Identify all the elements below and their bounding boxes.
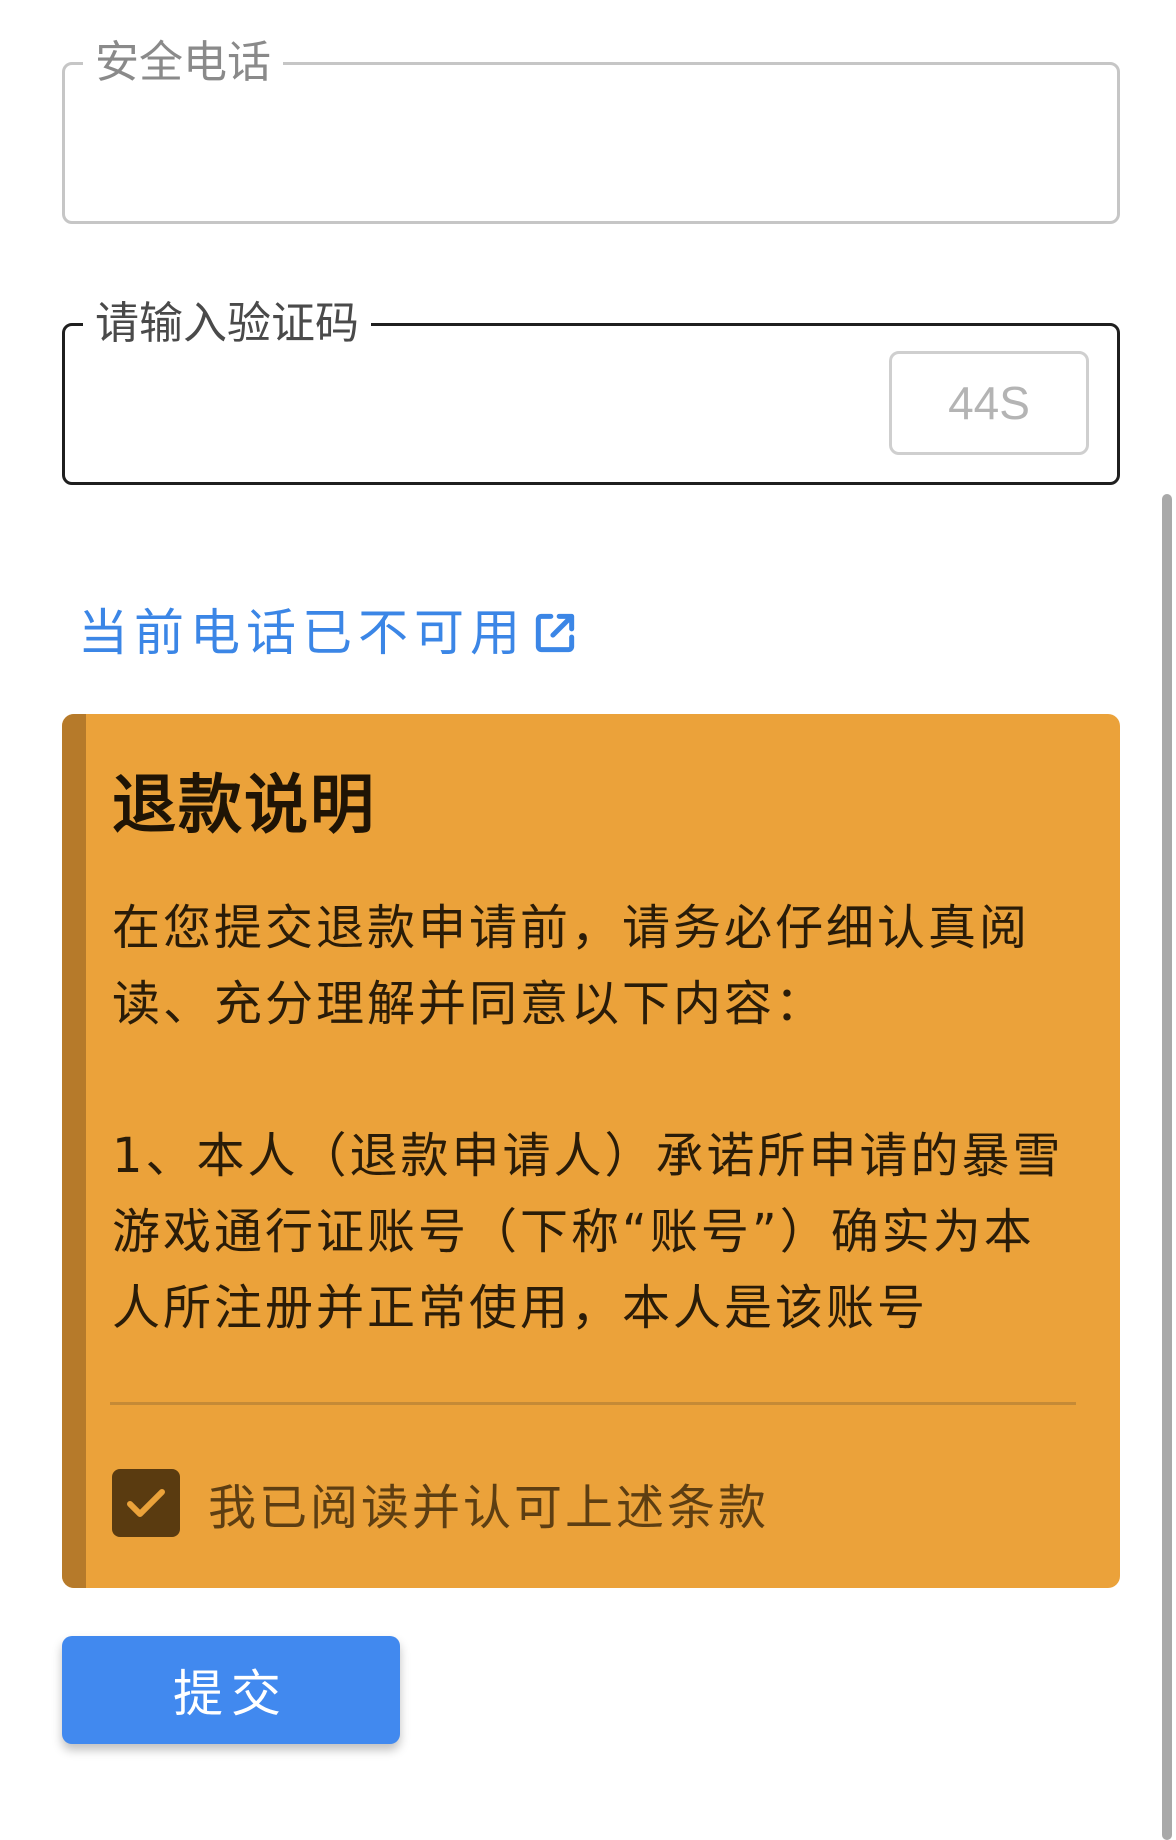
refund-notice-panel: 退款说明 在您提交退款申请前，请务必仔细认真阅读、充分理解并同意以下内容： 1、…	[62, 714, 1120, 1588]
page-scrollbar[interactable]	[1162, 494, 1172, 1840]
phone-unavailable-link-label: 当前电话已不可用	[78, 604, 526, 662]
verification-code-input[interactable]	[93, 366, 893, 442]
external-link-icon	[535, 613, 575, 653]
resend-countdown-button[interactable]: 44S	[889, 351, 1089, 455]
safe-phone-input[interactable]	[93, 105, 893, 181]
agree-terms-checkbox[interactable]: 我已阅读并认可上述条款	[112, 1468, 769, 1538]
safe-phone-label: 安全电话	[83, 35, 283, 91]
checkmark-icon	[127, 1489, 165, 1517]
refund-form-page: 安全电话 请输入验证码 44S 当前电话已不可用 退款说明 在您提交退款申请前，…	[0, 0, 1176, 1840]
verification-code-field[interactable]: 请输入验证码 44S	[62, 296, 1120, 485]
notice-accent-bar	[62, 714, 86, 1588]
submit-button[interactable]: 提交	[62, 1636, 400, 1744]
phone-unavailable-link[interactable]: 当前电话已不可用	[78, 598, 580, 668]
verification-code-label: 请输入验证码	[83, 296, 371, 352]
notice-title: 退款说明	[112, 769, 376, 843]
notice-paragraph: 1、本人（退款申请人）承诺所申请的暴雪游戏通行证账号（下称“账号”）确实为本人所…	[112, 1128, 1064, 1336]
agree-terms-label: 我已阅读并认可上述条款	[208, 1480, 770, 1536]
safe-phone-field[interactable]: 安全电话	[62, 35, 1120, 224]
notice-divider	[110, 1402, 1076, 1405]
checkbox-checked[interactable]	[112, 1469, 180, 1537]
notice-paragraph: 在您提交退款申请前，请务必仔细认真阅读、充分理解并同意以下内容：	[112, 900, 1031, 1032]
notice-terms-scroll[interactable]: 在您提交退款申请前，请务必仔细认真阅读、充分理解并同意以下内容： 1、本人（退款…	[112, 890, 1084, 1338]
